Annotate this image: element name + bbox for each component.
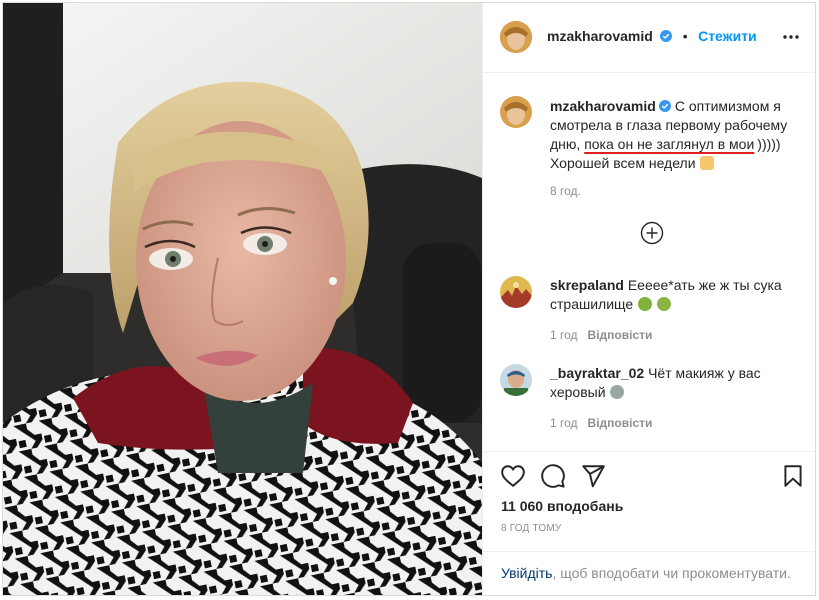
author-avatar[interactable] [500, 21, 532, 53]
header-separator-dot: • [682, 28, 688, 44]
caption-avatar[interactable] [500, 96, 532, 128]
login-link[interactable]: Увійдіть [501, 565, 552, 581]
caption-line-3: дню, пока он не заглянул в мои))))) [550, 135, 800, 154]
login-prompt: Увійдіть, щоб вподобати чи прокоментуват… [483, 551, 815, 595]
nauseated-face-emoji-icon [638, 297, 653, 311]
caption-username[interactable]: mzakharovamid [550, 98, 656, 114]
side-panel: mzakharovamid • Стежити mzakharovamid С … [482, 3, 815, 595]
more-options-icon[interactable] [781, 27, 801, 47]
comment-meta: 1 год Відповісти [550, 328, 652, 342]
comment-avatar[interactable] [500, 364, 532, 396]
alien-emoji-icon [610, 385, 625, 399]
post-timestamp: 8 ГОД ТОМУ [501, 523, 562, 534]
post-actions: 11 060 вподобань 8 ГОД ТОМУ [483, 451, 815, 551]
comment-time: 1 год [550, 328, 578, 342]
comment-avatar-image [500, 276, 532, 308]
comment-text-line-2: херовый [550, 384, 606, 400]
woman-raising-hand-emoji-icon [700, 156, 715, 170]
caption-avatar-image [500, 96, 532, 128]
load-more-comments-icon[interactable] [640, 221, 664, 245]
caption-line-2: смотрела в глаза первому рабочему [550, 117, 788, 133]
comment-username[interactable]: skrepaland [550, 277, 624, 293]
caption-line-1: С оптимизмом я [674, 98, 781, 114]
comment-bubble-icon[interactable] [540, 463, 566, 489]
caption-text: mzakharovamid С оптимизмом я смотрела в г… [550, 97, 800, 173]
selfie-illustration [3, 3, 482, 595]
login-prompt-text: , щоб вподобати чи прокоментувати. [552, 565, 791, 581]
share-send-icon[interactable] [580, 463, 606, 489]
post-photo[interactable] [3, 3, 482, 595]
comment-avatar[interactable] [500, 276, 532, 308]
comment-text-line-2: страшилище [550, 296, 634, 312]
reply-button[interactable]: Відповісти [588, 328, 653, 342]
follow-button[interactable]: Стежити [698, 28, 757, 44]
header-username[interactable]: mzakharovamid [547, 28, 653, 44]
verified-badge-icon [660, 30, 673, 42]
vomiting-face-emoji-icon [656, 297, 671, 311]
comment-avatar-image [500, 364, 532, 396]
comment-username[interactable]: _bayraktar_02 [550, 365, 644, 381]
comments-area: mzakharovamid С оптимизмом я смотрела в г… [483, 73, 815, 451]
reply-button[interactable]: Відповісти [588, 416, 653, 430]
caption-verified-badge-icon [658, 100, 671, 112]
likes-count[interactable]: 11 060 вподобань [501, 498, 623, 514]
caption-line-3c: ))))) [757, 136, 781, 152]
post-header: mzakharovamid • Стежити [483, 3, 815, 73]
caption-underlined-phrase: пока он не заглянул в мои [584, 136, 755, 152]
caption-line-4: Хорошей всем недели [550, 155, 696, 171]
comment-text-line-1: Чёт макияж у вас [648, 365, 761, 381]
comment-time: 1 год [550, 416, 578, 430]
post-container: mzakharovamid • Стежити mzakharovamid С … [2, 2, 816, 596]
save-bookmark-icon[interactable] [780, 463, 806, 489]
comment-text: _bayraktar_02 Чёт макияж у вас херовый [550, 364, 800, 402]
caption-time: 8 год. [550, 184, 581, 198]
caption-line-3a: дню, [550, 136, 585, 152]
comment-text-line-1: Ееееe*ать же ж ты сука [627, 277, 782, 293]
like-heart-icon[interactable] [500, 463, 526, 489]
avatar-image [500, 21, 532, 53]
comment-text: skrepaland Ееееe*ать же ж ты сука страши… [550, 276, 800, 314]
comment-meta: 1 год Відповісти [550, 416, 652, 430]
header-user-line: mzakharovamid • Стежити [547, 28, 757, 46]
